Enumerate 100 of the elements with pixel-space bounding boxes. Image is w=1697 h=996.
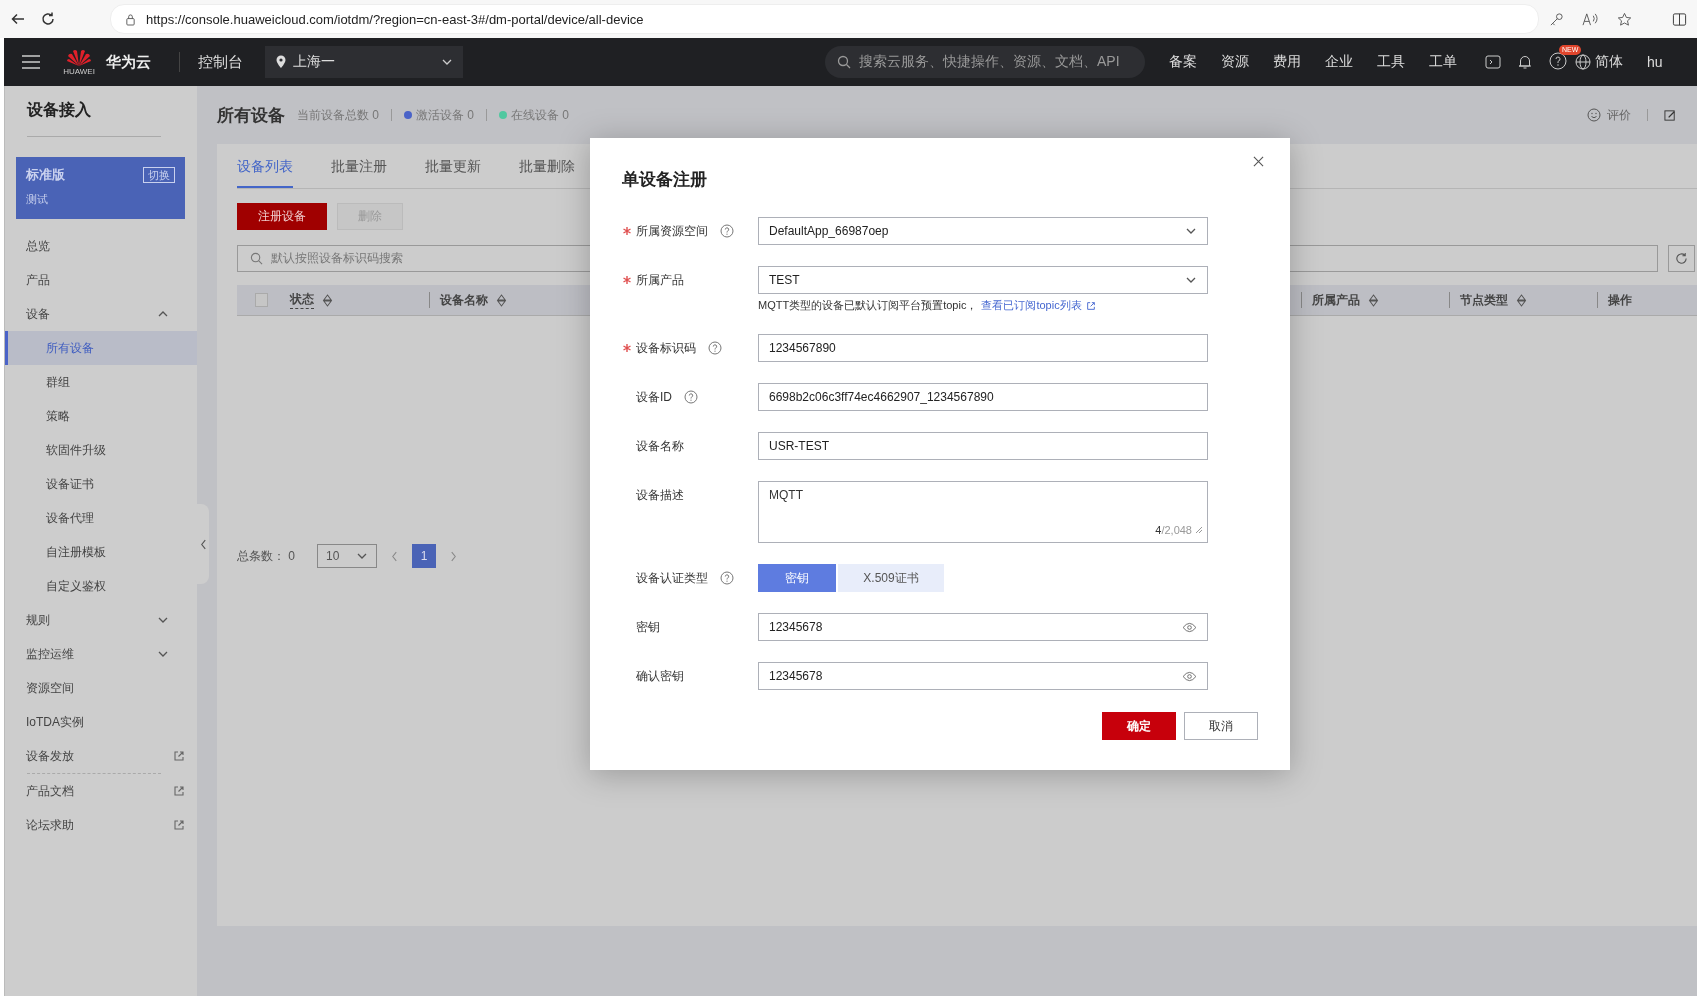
sort-icon <box>1515 293 1527 307</box>
tab[interactable]: 批量注册 <box>331 157 387 188</box>
tab[interactable]: 批量删除 <box>519 157 575 188</box>
globe-icon <box>1575 54 1591 70</box>
close-icon <box>1253 156 1264 167</box>
region-select[interactable]: 上海一 <box>265 46 463 78</box>
sidebar-item[interactable]: 资源空间 <box>5 671 197 705</box>
column-header[interactable]: 所属产品 <box>1311 291 1379 309</box>
collapse-handle[interactable] <box>197 504 209 584</box>
sidebar-item[interactable]: 监控运维 <box>5 637 197 671</box>
sort-icon <box>496 293 508 307</box>
eye-icon[interactable] <box>1182 670 1197 682</box>
input-field[interactable]: 1234567890 <box>758 334 1208 362</box>
input-field[interactable]: 6698b2c06c3ff74ec4662907_1234567890 <box>758 383 1208 411</box>
sidebar-item[interactable]: 软固件升级 <box>5 433 197 467</box>
nav-link[interactable]: 备案 <box>1169 53 1197 71</box>
feedback-link[interactable]: 评价 <box>1607 106 1631 124</box>
refresh-button[interactable] <box>1668 245 1695 272</box>
auth-type-option[interactable]: 密钥 <box>758 564 836 592</box>
smiley-icon <box>1587 108 1601 122</box>
checkbox[interactable] <box>255 293 268 307</box>
field-label: 设备描述 <box>635 486 685 504</box>
nav-link[interactable]: 企业 <box>1325 53 1353 71</box>
required-asterisk-icon <box>622 343 632 353</box>
sidebar-item[interactable]: 总览 <box>5 229 197 263</box>
terminal-icon[interactable] <box>1485 54 1501 70</box>
select-field[interactable]: DefaultApp_66987oep <box>758 217 1208 245</box>
sidebar-item[interactable]: 自定义鉴权 <box>5 569 197 603</box>
address-bar[interactable]: https://console.huaweicloud.com/iotdm/?region=cn-east-3#/dm-portal/device/all-device <box>110 4 1539 34</box>
sidebar-item[interactable]: 自注册模板 <box>5 535 197 569</box>
close-button[interactable] <box>1253 156 1264 167</box>
nav-link[interactable]: 费用 <box>1273 53 1301 71</box>
reload-icon[interactable] <box>40 11 56 27</box>
switch-button[interactable]: 切换 <box>143 167 175 183</box>
split-screen-icon[interactable] <box>1672 11 1687 27</box>
language-menu[interactable]: 简体 <box>1575 53 1623 71</box>
help-icon <box>720 571 734 585</box>
bell-icon[interactable] <box>1517 54 1533 70</box>
instance-name: 测试 <box>26 192 49 207</box>
sidebar-item[interactable]: 群组 <box>5 365 197 399</box>
logo[interactable]: HUAWEI <box>64 48 94 76</box>
sidebar-item[interactable]: 设备证书 <box>5 467 197 501</box>
input-field[interactable]: USR-TEST <box>758 432 1208 460</box>
tab[interactable]: 批量更新 <box>425 157 481 188</box>
help-icon[interactable] <box>1549 51 1567 70</box>
column-header[interactable]: 节点类型 <box>1459 291 1527 309</box>
help-icon <box>720 224 734 238</box>
sidebar-link[interactable]: 论坛求助 <box>5 808 197 842</box>
sidebar-item[interactable]: 产品 <box>5 263 197 297</box>
help-icon <box>684 390 698 404</box>
brand-name: 华为云 <box>106 52 151 72</box>
chevron-left-icon <box>199 538 207 550</box>
required-asterisk-icon <box>622 275 632 285</box>
search-icon <box>250 252 263 265</box>
stat-label: 激活设备 0 <box>416 106 475 124</box>
required-asterisk-icon <box>622 226 632 236</box>
topic-list-link[interactable]: 查看已订阅topic列表 <box>981 298 1082 313</box>
user-name[interactable]: hu <box>1647 54 1663 70</box>
column-header[interactable]: 操作 <box>1608 291 1633 309</box>
edit-note-icon[interactable] <box>1664 108 1677 122</box>
register-button[interactable]: 注册设备 <box>237 203 327 230</box>
page-size-select[interactable]: 10 <box>317 544 377 568</box>
field-label: 所属资源空间 <box>622 217 734 245</box>
cancel-button[interactable]: 取消 <box>1184 712 1258 740</box>
page-number[interactable]: 1 <box>412 544 436 568</box>
confirm-button[interactable]: 确定 <box>1102 712 1176 740</box>
search-field[interactable]: 搜索云服务、快捷操作、资源、文档、API <box>825 46 1145 78</box>
sidebar-title: 设备接入 <box>27 100 92 120</box>
select-field[interactable]: TEST <box>758 266 1208 294</box>
sidebar-item[interactable]: 策略 <box>5 399 197 433</box>
sidebar-item[interactable]: 设备发放 <box>5 739 197 773</box>
eye-icon[interactable] <box>1182 621 1197 633</box>
sidebar-item[interactable]: IoTDA实例 <box>5 705 197 739</box>
key-icon[interactable] <box>1549 11 1564 27</box>
logo-text: HUAWEI <box>63 66 95 76</box>
sidebar-item[interactable]: 设备 <box>5 297 197 331</box>
auth-type-option[interactable]: X.509证书 <box>838 564 944 592</box>
stat-label: 在线设备 0 <box>511 106 570 124</box>
edition-name: 标准版 <box>26 166 65 184</box>
star-icon[interactable] <box>1617 11 1632 27</box>
console-link[interactable]: 控制台 <box>198 52 243 72</box>
textarea-field[interactable]: MQTT 4/2,048 <box>758 481 1208 543</box>
nav-link[interactable]: 工具 <box>1377 53 1405 71</box>
password-field[interactable]: 12345678 <box>758 662 1208 690</box>
sidebar-link[interactable]: 产品文档 <box>5 774 197 808</box>
read-aloud-icon[interactable] <box>1582 11 1599 27</box>
total-count: 总条数： 0 <box>237 547 295 565</box>
back-icon[interactable] <box>10 11 26 27</box>
sidebar-item[interactable]: 规则 <box>5 603 197 637</box>
sidebar-item[interactable]: 设备代理 <box>5 501 197 535</box>
field-label: 设备ID <box>622 383 698 411</box>
password-field[interactable]: 12345678 <box>758 613 1208 641</box>
char-counter: 4/2,048 <box>1155 524 1192 536</box>
nav-link[interactable]: 工单 <box>1429 53 1457 71</box>
column-header[interactable]: 设备名称 <box>440 291 508 309</box>
column-header[interactable]: 状态 <box>289 291 333 309</box>
nav-link[interactable]: 资源 <box>1221 53 1249 71</box>
help-icon <box>708 341 722 355</box>
tab[interactable]: 设备列表 <box>237 157 293 188</box>
menu-icon[interactable] <box>22 55 40 69</box>
